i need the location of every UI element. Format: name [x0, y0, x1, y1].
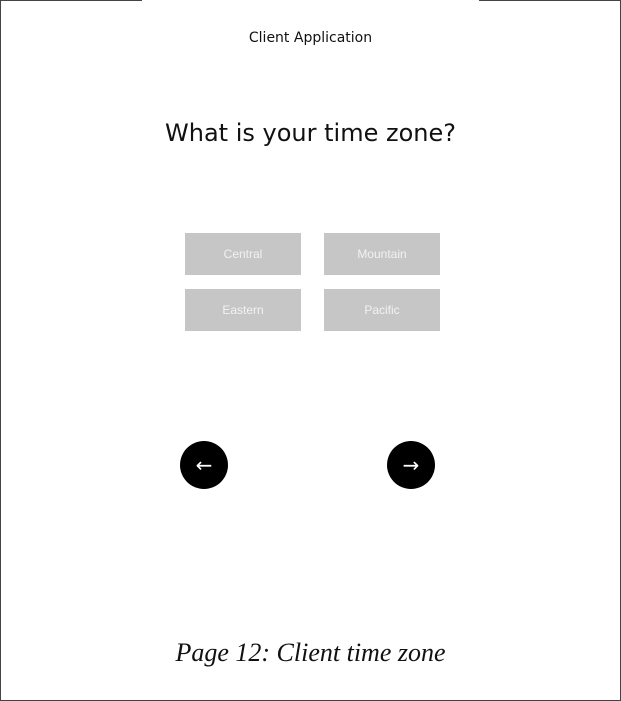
page-caption: Page 12: Client time zone — [175, 638, 446, 667]
option-pacific[interactable]: Pacific — [324, 289, 440, 331]
question-heading: What is your time zone? — [165, 119, 456, 147]
page-frame — [0, 0, 621, 701]
option-mountain[interactable]: Mountain — [324, 233, 440, 275]
option-eastern[interactable]: Eastern — [185, 289, 301, 331]
back-button[interactable]: ← — [180, 441, 228, 489]
option-central[interactable]: Central — [185, 233, 301, 275]
app-title: Client Application — [248, 30, 373, 46]
timezone-options: Central Mountain Eastern Pacific — [185, 233, 441, 331]
arrow-right-icon: → — [402, 453, 420, 477]
arrow-left-icon: ← — [195, 453, 213, 477]
next-button[interactable]: → — [387, 441, 435, 489]
top-border-gap — [142, 0, 479, 4]
